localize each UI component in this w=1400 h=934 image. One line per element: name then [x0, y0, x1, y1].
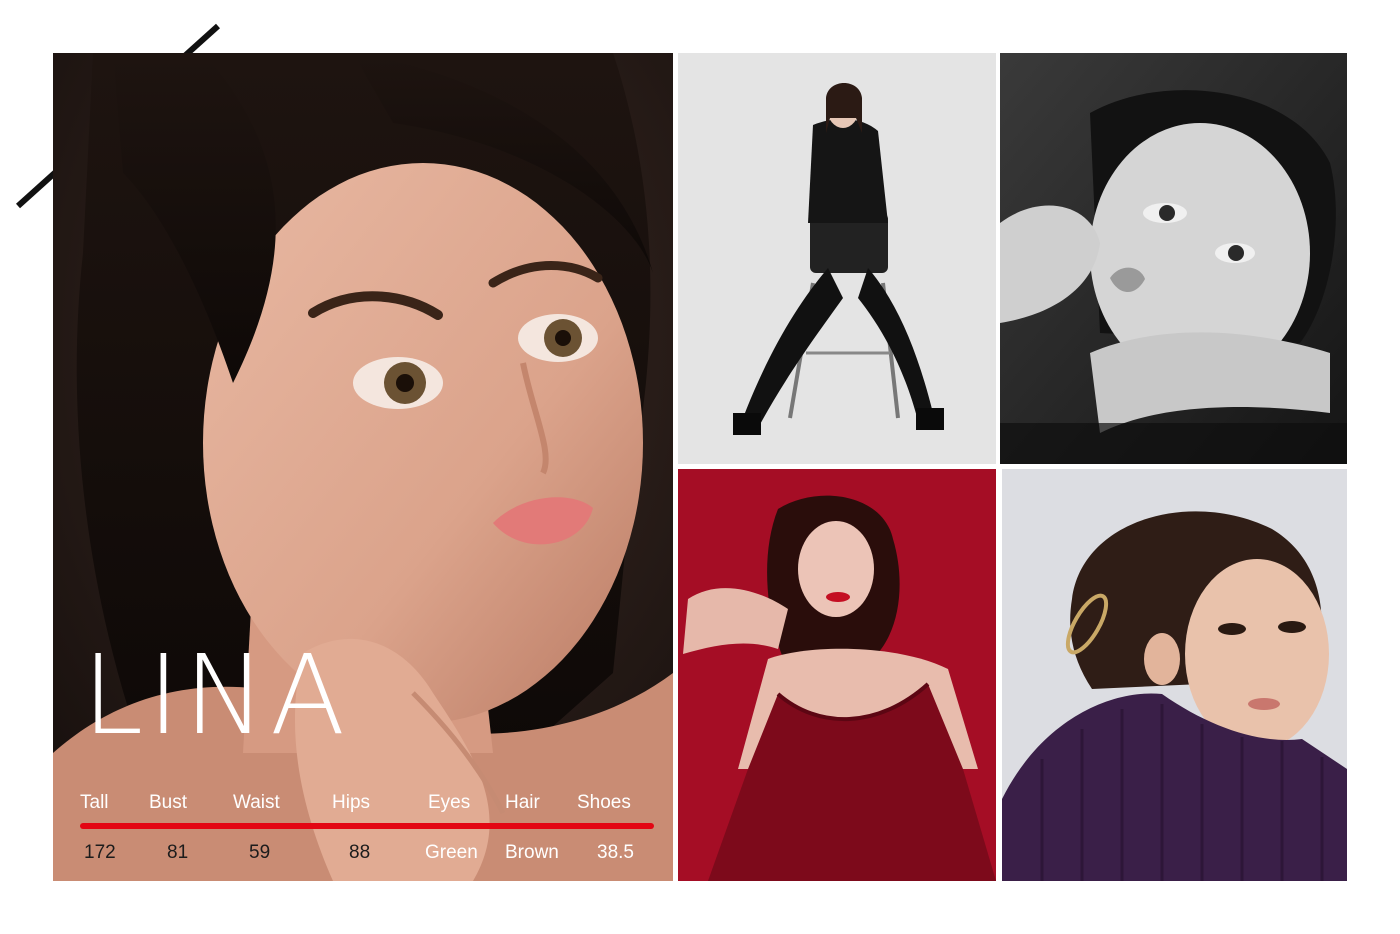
stat-value-hips: 88 [349, 842, 371, 863]
stat-label-eyes: Eyes [428, 792, 471, 813]
stats-headers: Tall Bust Waist Hips Eyes Hair Shoes [80, 792, 650, 816]
model-name: LINA [82, 631, 350, 759]
gallery-photo-purple-sweater [1002, 469, 1347, 881]
stat-value-shoes: 38.5 [597, 842, 634, 863]
stat-label-bust: Bust [149, 792, 188, 813]
stat-value-bust: 81 [167, 842, 189, 863]
stat-label-waist: Waist [233, 792, 280, 813]
stat-label-tall: Tall [80, 792, 109, 813]
gallery-photo-red-dress [678, 469, 996, 881]
stat-label-shoes: Shoes [577, 792, 631, 813]
stat-label-hips: Hips [332, 792, 371, 813]
stat-label-hair: Hair [505, 792, 540, 813]
stats-values: 172 81 59 88 Green Brown 38.5 [80, 842, 650, 866]
accent-rule [80, 823, 654, 829]
stat-value-hair: Brown [505, 842, 559, 863]
stat-value-eyes: Green [425, 842, 478, 863]
gallery-photo-bw-portrait [1000, 53, 1347, 464]
stat-value-tall: 172 [84, 842, 116, 863]
stat-value-waist: 59 [249, 842, 271, 863]
comp-card: LINA Tall Bust Waist Hips Eyes Hair Shoe… [0, 0, 1400, 934]
gallery-photo-seated [678, 53, 996, 464]
